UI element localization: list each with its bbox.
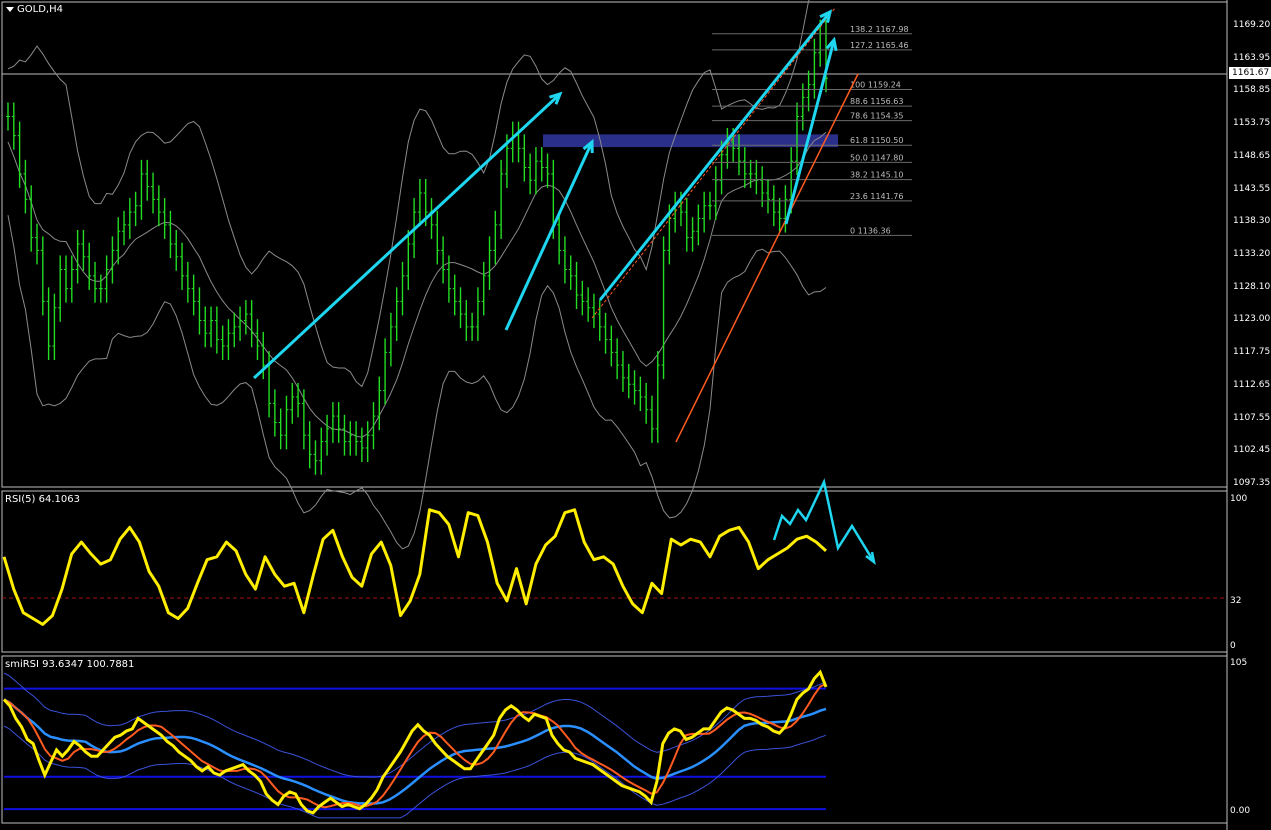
price-axis-label: 1112.65	[1233, 379, 1271, 390]
fib-level-label: 61.8 1150.50	[850, 136, 903, 145]
trend-line	[675, 73, 859, 443]
dropdown-icon[interactable]	[6, 6, 14, 12]
rsi-title: RSI(5) 64.1063	[5, 494, 80, 505]
trend-arrow	[784, 39, 836, 225]
price-axis-label: 1133.20	[1233, 249, 1271, 259]
price-axis-label: 1102.45	[1233, 445, 1271, 456]
price-pane-border	[1, 1, 1228, 488]
price-axis-label: 1123.00	[1233, 314, 1271, 325]
current-price-badge: 1161.67	[1229, 67, 1271, 79]
price-axis-label: 1107.55	[1233, 412, 1271, 423]
price-axis-label: 1128.10	[1233, 281, 1271, 292]
smi-axis-top: 105	[1230, 658, 1248, 668]
fib-level-label: 50.0 1147.80	[850, 153, 903, 162]
fib-level-label: 23.6 1141.76	[850, 192, 903, 201]
price-axis-label: 1117.75	[1233, 347, 1271, 358]
symbol-label: GOLD,H4	[17, 4, 63, 15]
fib-level-label: 88.6 1156.63	[850, 97, 903, 106]
rsi-axis-100: 100	[1230, 494, 1248, 504]
price-axis-label: 1169.20	[1233, 20, 1271, 30]
price-axis-label: 1143.55	[1233, 183, 1271, 194]
smi-axis-bottom: 0.00	[1230, 806, 1251, 816]
rsi-line	[2, 508, 828, 626]
price-layer: 138.2 1167.98 127.2 1165.46 100 1159.24 88.…	[6, 0, 912, 550]
upper-band	[7, 0, 810, 388]
fib-level-label: 38.2 1145.10	[850, 171, 903, 180]
fib-level-label: 138.2 1167.98	[850, 25, 909, 34]
lower-band	[7, 215, 827, 550]
smi-title: smiRSI 93.6347 100.7881	[5, 659, 135, 670]
chart-window[interactable]: 138.2 1167.98 127.2 1165.46 100 1159.24 88.…	[0, 0, 1271, 830]
price-axis-label: 1097.35	[1233, 478, 1271, 488]
fib-level-label: 100 1159.24	[850, 80, 901, 89]
rsi-axis-32: 32	[1230, 596, 1242, 606]
rsi-axis-0: 0	[1230, 641, 1236, 651]
rsi-layer	[2, 478, 1227, 626]
price-axis-label: 1138.30	[1233, 216, 1271, 227]
price-axis-label: 1158.85	[1233, 85, 1271, 96]
trend-arrow	[504, 141, 594, 331]
trend-line-dashed	[591, 7, 836, 319]
price-axis-label: 1153.75	[1233, 118, 1271, 129]
price-axis-label: 1163.95	[1233, 52, 1271, 63]
smi-layer	[2, 669, 828, 819]
price-chart[interactable]: 138.2 1167.98 127.2 1165.46 100 1159.24 88.…	[0, 0, 1271, 830]
middle-band	[7, 131, 827, 438]
trend-arrow	[598, 11, 832, 301]
fib-level-label: 127.2 1165.46	[850, 41, 909, 50]
fib-level-label: 0 1136.36	[850, 226, 891, 235]
price-axis-label: 1148.65	[1233, 150, 1271, 161]
smi-main-line	[2, 669, 828, 815]
chart-title[interactable]: GOLD,H4	[6, 4, 63, 15]
rsi-pane-border	[1, 490, 1228, 653]
smi-pane-border	[1, 655, 1228, 824]
fib-level-label: 78.6 1154.35	[850, 112, 903, 121]
smi-signal-fast	[3, 683, 827, 809]
